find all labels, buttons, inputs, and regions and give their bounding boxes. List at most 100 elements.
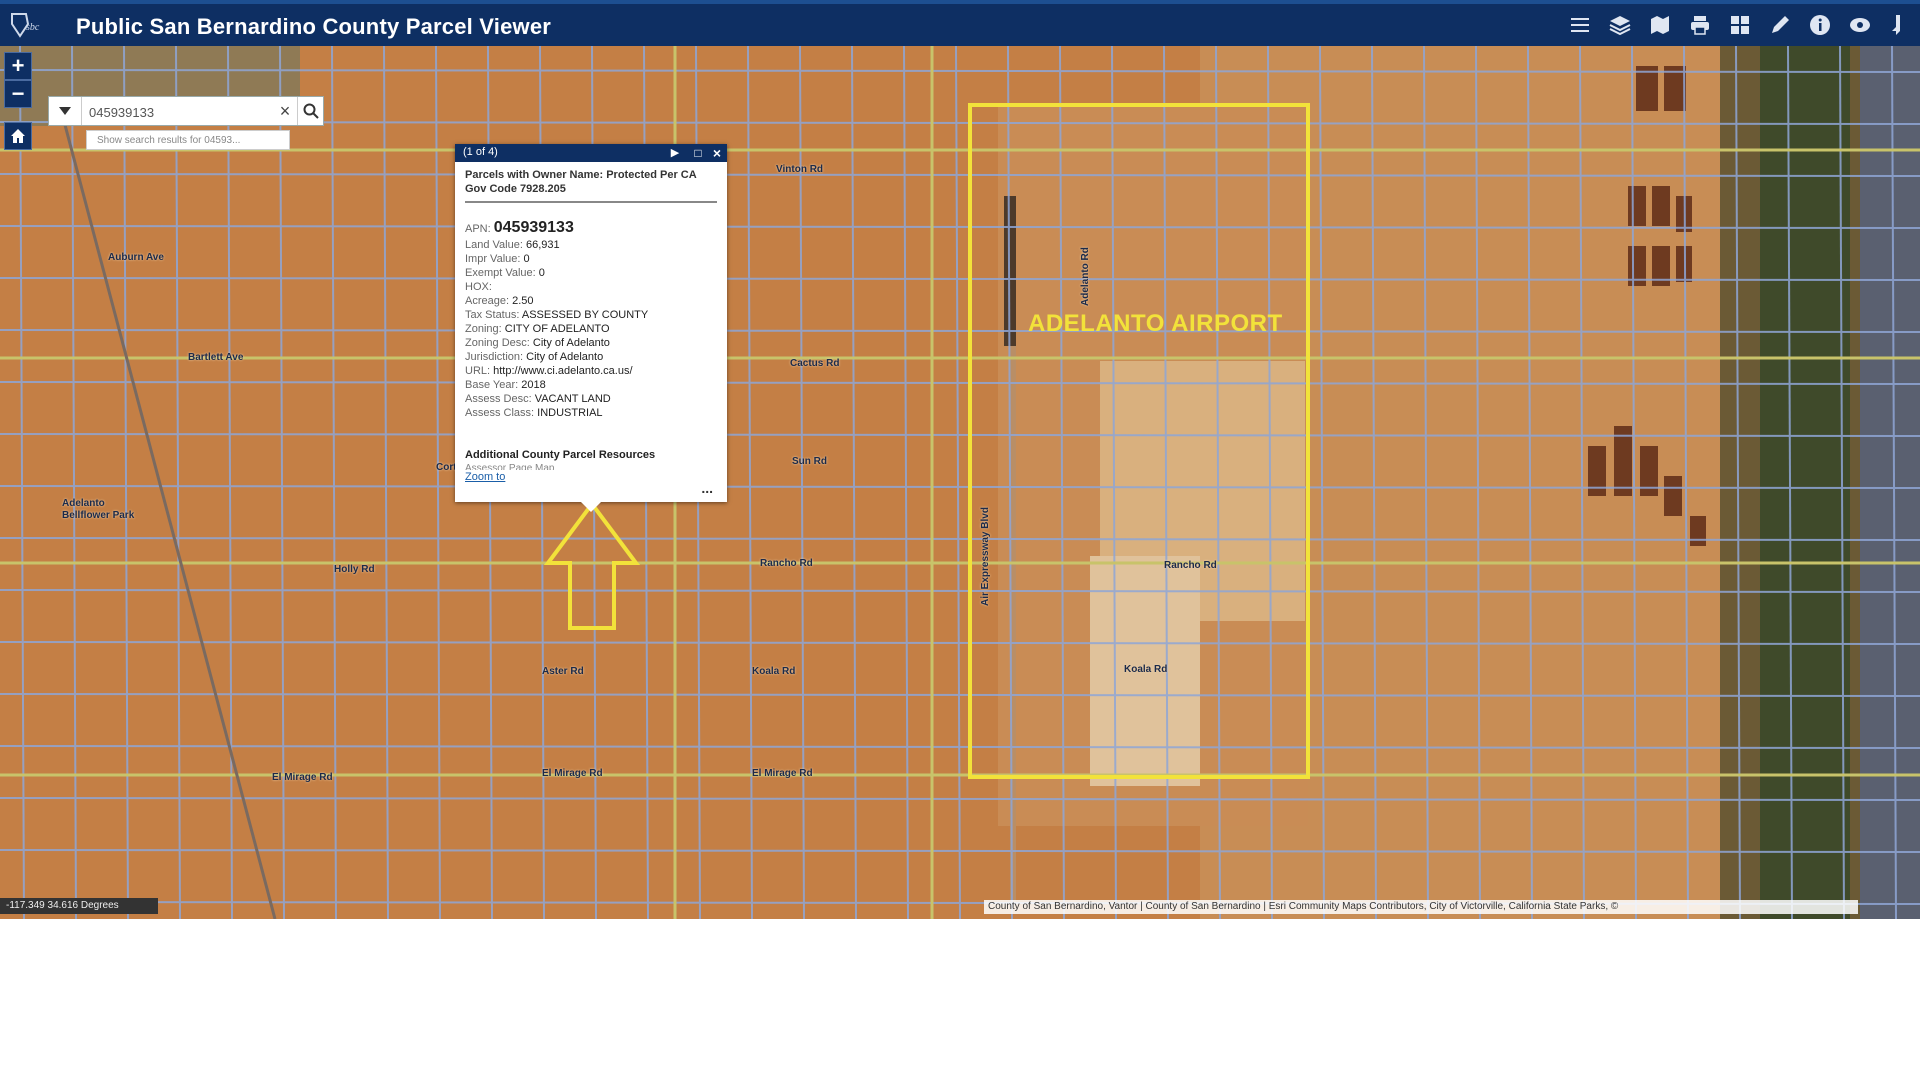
county-logo-icon: sbc bbox=[11, 13, 40, 38]
attribute-value: 0 bbox=[523, 253, 530, 265]
attribute-label: Tax Status: bbox=[465, 309, 520, 321]
bookmark-icon[interactable] bbox=[1885, 10, 1915, 40]
airport-label: ADELANTO AIRPORT bbox=[1028, 310, 1283, 337]
attribute-value: CITY OF ADELANTO bbox=[504, 323, 610, 335]
attribute-label: Acreage: bbox=[465, 295, 510, 307]
chevron-down-icon bbox=[59, 107, 71, 115]
zoom-in-button[interactable]: + bbox=[4, 52, 32, 80]
search-suggestion[interactable]: Show search results for 04593... bbox=[86, 130, 290, 150]
apn-label: APN: bbox=[465, 223, 491, 235]
toolbar bbox=[1560, 4, 1920, 46]
attribute-row: Jurisdiction: City of Adelanto bbox=[465, 350, 717, 364]
attribute-row: Tax Status: ASSESSED BY COUNTY bbox=[465, 308, 717, 322]
street-label: Koala Rd bbox=[752, 666, 796, 677]
attribute-row: Assess Class: INDUSTRIAL bbox=[465, 406, 717, 420]
attribute-row: Land Value: 66,931 bbox=[465, 238, 717, 252]
street-label: Vinton Rd bbox=[776, 164, 824, 175]
attribute-label: HOX: bbox=[465, 281, 492, 293]
draw-icon[interactable] bbox=[1765, 10, 1795, 40]
attribute-value: 66,931 bbox=[525, 239, 560, 251]
clear-search-icon[interactable]: × bbox=[275, 101, 295, 121]
attribute-row: HOX: bbox=[465, 280, 717, 294]
attribute-label: Land Value: bbox=[465, 239, 523, 251]
street-label: Cactus Rd bbox=[790, 358, 840, 369]
attribute-value: City of Adelanto bbox=[526, 351, 604, 363]
info-icon[interactable] bbox=[1805, 10, 1835, 40]
street-label: Rancho Rd bbox=[1164, 560, 1217, 571]
print-icon[interactable] bbox=[1685, 10, 1715, 40]
attribute-label: Base Year: bbox=[465, 379, 519, 391]
attribute-row: Assess Desc: VACANT LAND bbox=[465, 392, 717, 406]
map-imagery bbox=[0, 46, 1920, 919]
attribute-value: ASSESSED BY COUNTY bbox=[521, 309, 649, 321]
popup-feature-count: (1 of 4) bbox=[463, 146, 498, 158]
attribute-value: VACANT LAND bbox=[534, 393, 611, 405]
attribute-label: Assess Class: bbox=[465, 407, 535, 419]
attribute-label: URL: bbox=[465, 365, 491, 377]
attribute-row: Exempt Value: 0 bbox=[465, 266, 717, 280]
attribute-value: http://www.ci.adelanto.ca.us/ bbox=[493, 365, 633, 377]
attribute-row: Zoning Desc: City of Adelanto bbox=[465, 336, 717, 350]
attribute-label: Zoning: bbox=[465, 323, 502, 335]
attribute-label: Assess Desc: bbox=[465, 393, 532, 405]
popup-pointer bbox=[581, 502, 601, 512]
attribute-label: Jurisdiction: bbox=[465, 351, 524, 363]
layers-icon[interactable] bbox=[1605, 10, 1635, 40]
attribute-value: 2.50 bbox=[512, 295, 534, 307]
street-label: Koala Rd bbox=[1124, 664, 1168, 675]
street-label: El Mirage Rd bbox=[542, 768, 603, 779]
close-icon[interactable]: × bbox=[708, 144, 726, 162]
street-label: Auburn Ave bbox=[108, 252, 164, 263]
search-source-dropdown[interactable] bbox=[49, 97, 82, 125]
measure-icon[interactable] bbox=[1845, 10, 1875, 40]
map-attribution: County of San Bernardino, Vantor | Count… bbox=[984, 900, 1858, 914]
legend-icon[interactable] bbox=[1565, 10, 1595, 40]
attribute-row: Base Year: 2018 bbox=[465, 378, 717, 392]
parcel-popup: (1 of 4) ▶ □ × Parcels with Owner Name: … bbox=[455, 144, 727, 512]
attribute-row: Acreage: 2.50 bbox=[465, 294, 717, 308]
apn-row: APN: 045939133 bbox=[465, 219, 717, 236]
street-label: Adelanto Rd bbox=[1080, 247, 1091, 306]
street-label: Rancho Rd bbox=[760, 558, 813, 569]
attribute-value: City of Adelanto bbox=[532, 337, 610, 349]
attribute-label: Exempt Value: bbox=[465, 267, 536, 279]
search-input[interactable] bbox=[87, 100, 271, 124]
more-actions-button[interactable]: ... bbox=[701, 480, 713, 496]
attribute-label: Zoning Desc: bbox=[465, 337, 530, 349]
widgets-icon[interactable] bbox=[1725, 10, 1755, 40]
popup-header: (1 of 4) ▶ □ × bbox=[455, 144, 727, 162]
attribute-row: Zoning: CITY OF ADELANTO bbox=[465, 322, 717, 336]
search-button[interactable] bbox=[297, 97, 324, 125]
street-label: El Mirage Rd bbox=[752, 768, 813, 779]
attribute-value: INDUSTRIAL bbox=[537, 407, 603, 419]
svg-text:sbc: sbc bbox=[26, 22, 40, 33]
zoom-out-button[interactable]: − bbox=[4, 80, 32, 108]
attribute-value: 2018 bbox=[521, 379, 546, 391]
next-feature-icon[interactable]: ▶ bbox=[667, 144, 683, 162]
zoom-to-link[interactable]: Zoom to bbox=[465, 470, 717, 484]
search-icon bbox=[303, 103, 319, 119]
attribute-row: URL: http://www.ci.adelanto.ca.us/ bbox=[465, 364, 717, 378]
park-label: Adelanto Bellflower Park bbox=[62, 498, 135, 521]
app-header: sbc Public San Bernardino County Parcel … bbox=[0, 0, 1920, 46]
street-label: El Mirage Rd bbox=[272, 772, 333, 783]
attribute-list: Land Value: 66,931 Impr Value: 0 Exempt Va… bbox=[465, 238, 717, 420]
assessor-map-link[interactable]: Assessor Page Map bbox=[465, 462, 717, 470]
home-button[interactable] bbox=[4, 122, 32, 150]
popup-title: Parcels with Owner Name: Protected Per C… bbox=[465, 168, 717, 203]
street-label: Air Expressway Blvd bbox=[980, 507, 991, 606]
maximize-icon[interactable]: □ bbox=[690, 144, 706, 162]
coordinate-readout: -117.349 34.616 Degrees bbox=[0, 898, 158, 914]
apn-value: 045939133 bbox=[493, 219, 574, 236]
app-title: Public San Bernardino County Parcel View… bbox=[76, 14, 552, 39]
street-label: Holly Rd bbox=[334, 564, 375, 575]
street-label: Sun Rd bbox=[792, 456, 827, 467]
street-label: Aster Rd bbox=[542, 666, 584, 677]
street-label: Bartlett Ave bbox=[188, 352, 244, 363]
attribute-row: Impr Value: 0 bbox=[465, 252, 717, 266]
basemap-icon[interactable] bbox=[1645, 10, 1675, 40]
attribute-value: 0 bbox=[538, 267, 545, 279]
map-view[interactable]: ADELANTO AIRPORT Adelanto Bellflower Park… bbox=[0, 46, 1920, 919]
search-widget: × bbox=[48, 96, 324, 126]
popup-body: Parcels with Owner Name: Protected Per C… bbox=[455, 162, 727, 490]
